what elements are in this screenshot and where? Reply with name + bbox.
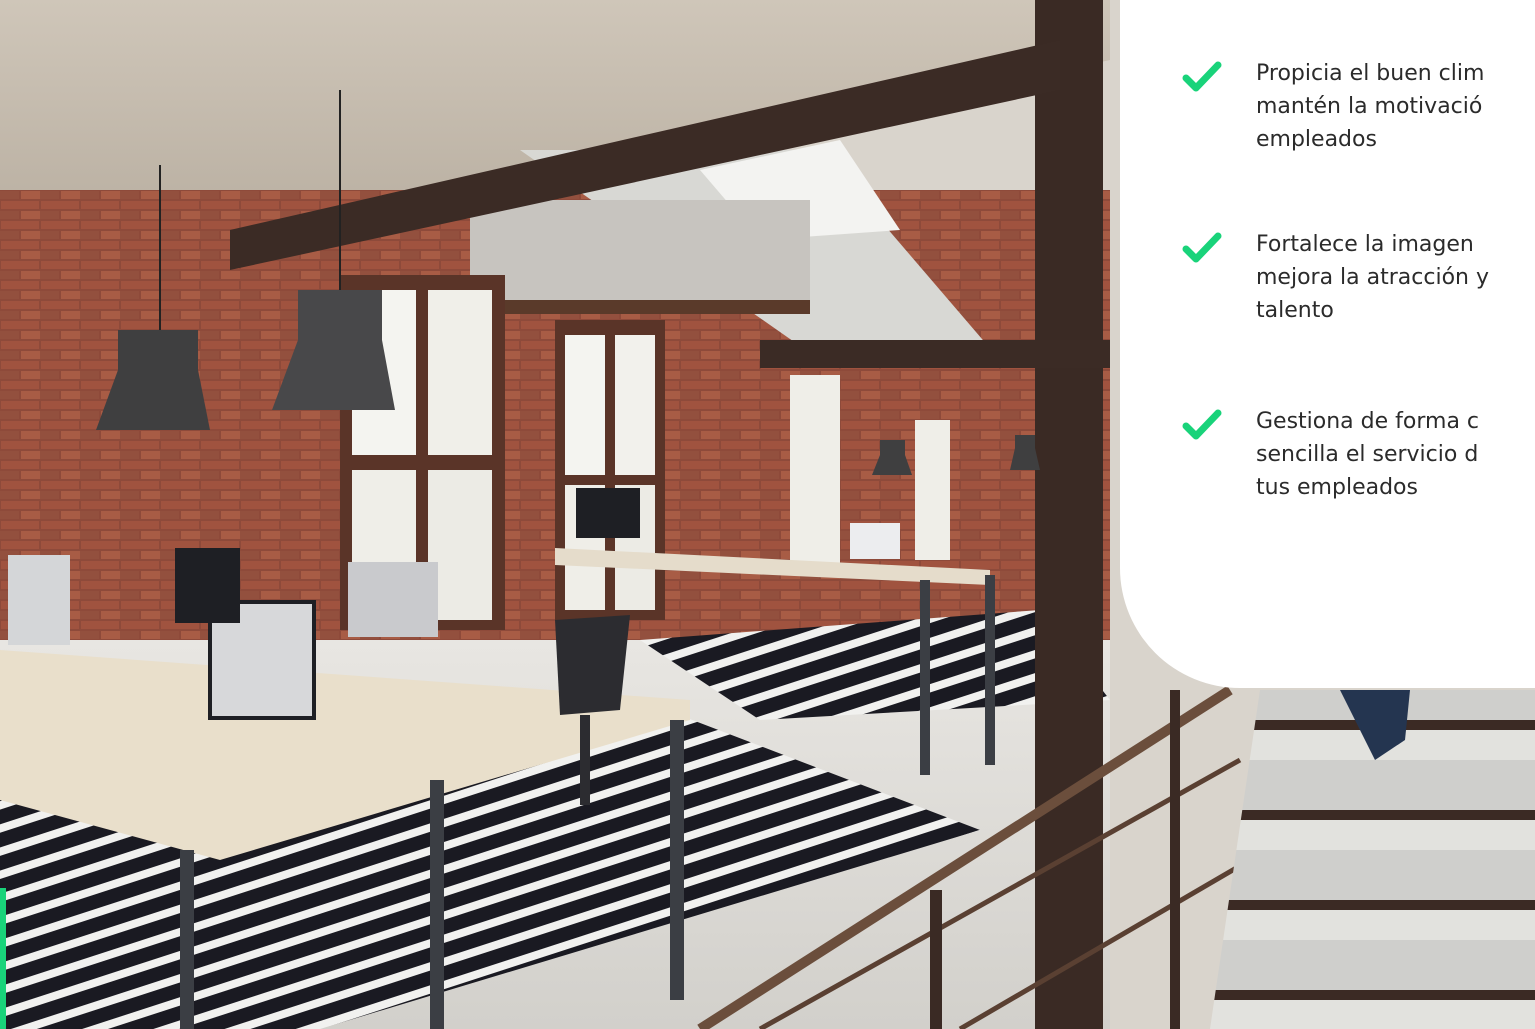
benefit-text: Propicia el buen clim mantén la motivaci…: [1256, 61, 1485, 152]
check-icon: [1182, 61, 1222, 92]
benefit-text: Gestiona de forma c sencilla el servicio…: [1256, 409, 1480, 500]
check-icon: [1182, 232, 1222, 263]
benefit-text: Fortalece la imagen mejora la atracción …: [1256, 232, 1489, 323]
accent-bar: [0, 888, 6, 1029]
check-icon: [1182, 409, 1222, 440]
